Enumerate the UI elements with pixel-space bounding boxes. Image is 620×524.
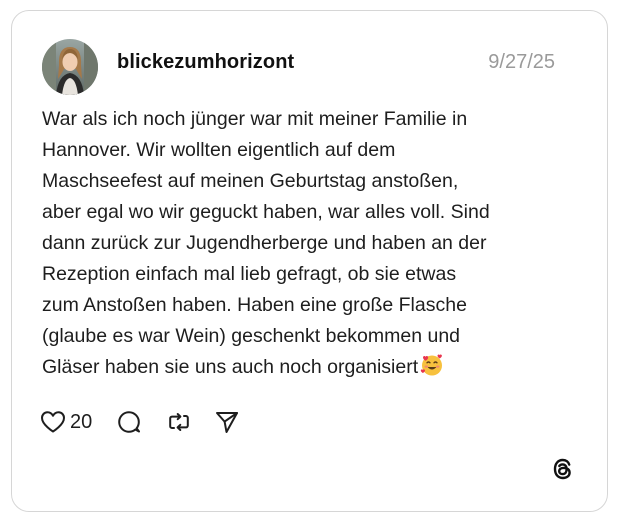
post-text-content: War als ich noch jünger war mit meiner F…: [42, 108, 490, 378]
smiling-face-with-hearts-icon: [420, 353, 444, 377]
threads-logo: [549, 455, 577, 483]
threads-logo-icon: [553, 458, 571, 480]
like-button[interactable]: 20: [40, 410, 92, 434]
repost-button[interactable]: [166, 409, 192, 435]
post-text: War als ich noch jünger war mit meiner F…: [42, 104, 562, 383]
avatar-photo: [42, 39, 98, 95]
heart-icon: [41, 411, 65, 433]
repost-arrows-icon: [169, 413, 190, 431]
avatar[interactable]: [42, 39, 98, 95]
action-bar: 20: [40, 407, 240, 437]
reply-button[interactable]: [116, 409, 142, 435]
like-count: 20: [70, 410, 93, 433]
share-button[interactable]: [214, 409, 240, 435]
send-icon: [216, 412, 239, 433]
post-card: blickezumhorizont 9/27/25 War als ich no…: [11, 10, 608, 512]
speech-bubble-icon: [118, 411, 141, 433]
post-date: 9/27/25: [488, 51, 555, 73]
username[interactable]: blickezumhorizont: [117, 51, 294, 74]
